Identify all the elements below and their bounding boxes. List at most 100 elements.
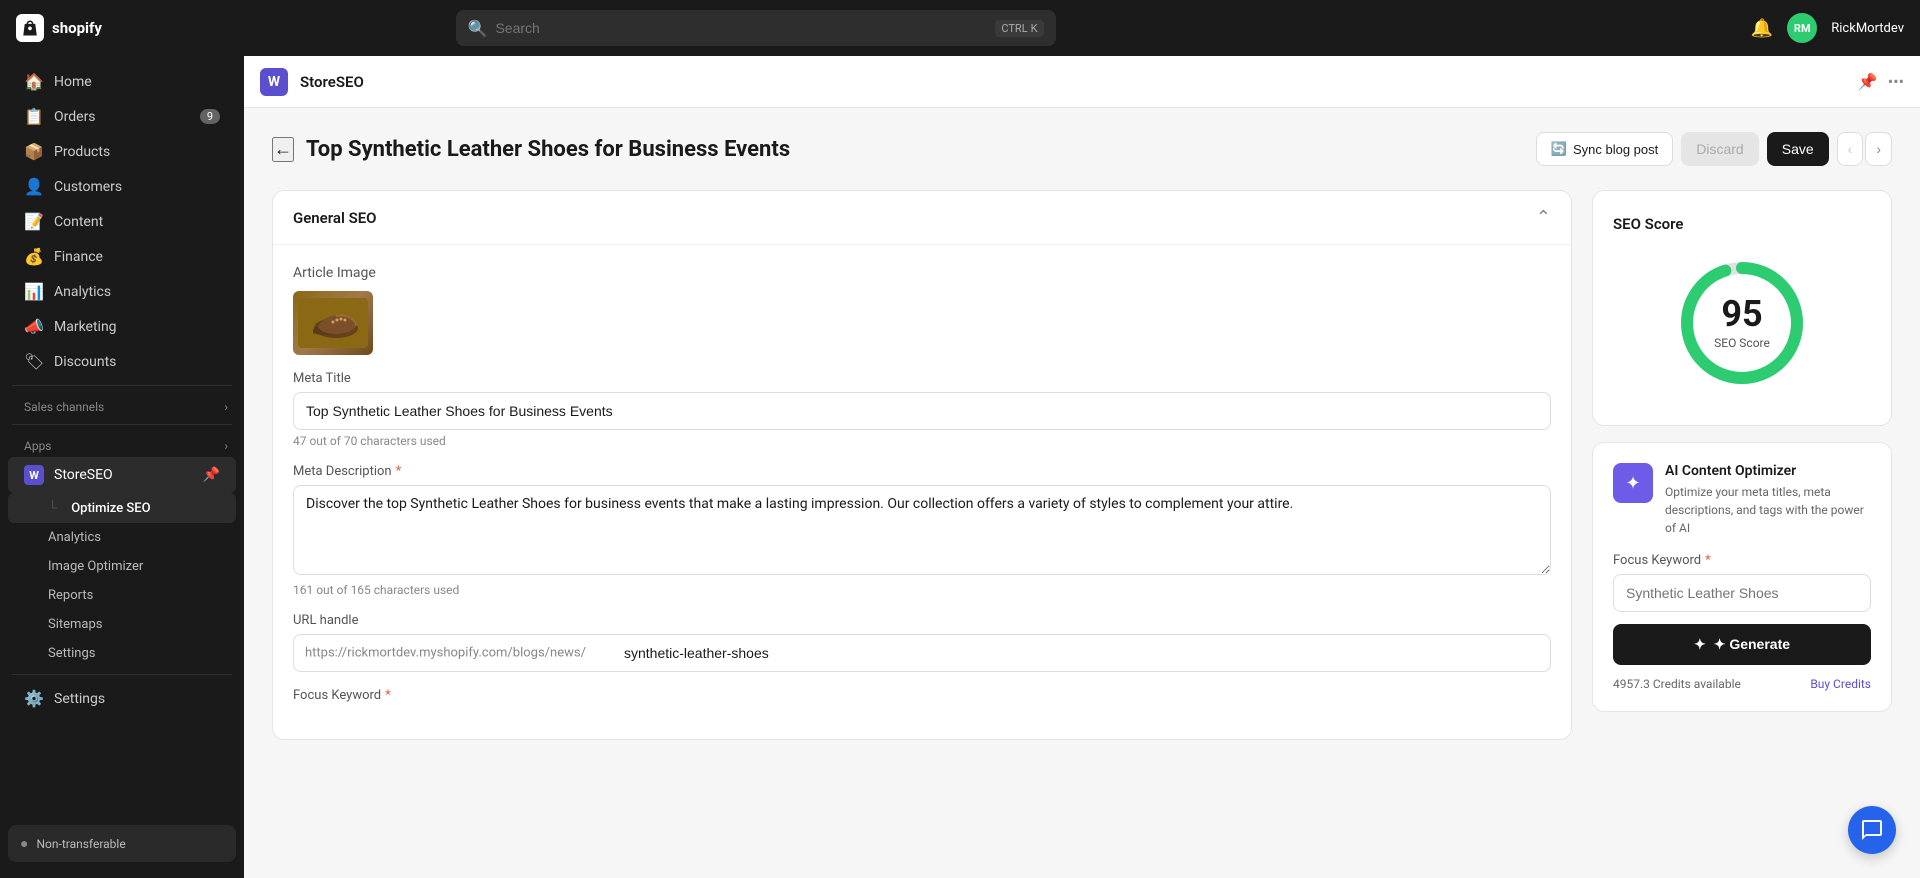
sync-blog-post-button[interactable]: 🔄 Sync blog post: [1536, 132, 1673, 166]
credits-row: 4957.3 Credits available Buy Credits: [1613, 677, 1871, 691]
discard-button[interactable]: Discard: [1681, 132, 1758, 166]
meta-title-input[interactable]: [293, 392, 1551, 430]
customers-icon: 👤: [24, 177, 44, 196]
general-seo-card-body: Article Image: [273, 245, 1571, 739]
app-name: StoreSEO: [300, 73, 364, 91]
credits-text: 4957.3 Credits available: [1613, 677, 1741, 691]
settings-icon: ⚙️: [24, 689, 44, 708]
ai-description: Optimize your meta titles, meta descript…: [1665, 483, 1871, 537]
divider-2: [12, 424, 232, 425]
main-column: General SEO ⌃ Article Image: [272, 190, 1572, 756]
save-button[interactable]: Save: [1767, 132, 1829, 166]
page-title: Top Synthetic Leather Shoes for Business…: [306, 137, 790, 162]
score-number: 95: [1714, 296, 1770, 332]
article-image-label: Article Image: [293, 265, 1551, 281]
sidebar-item-analytics[interactable]: 📊 Analytics: [8, 274, 236, 309]
sidebar-subitem-analytics[interactable]: Analytics: [8, 523, 236, 552]
non-transferable-badge[interactable]: ● Non-transferable: [8, 825, 236, 862]
storeseo-icon: W: [24, 465, 44, 485]
sidebar-item-customers[interactable]: 👤 Customers: [8, 169, 236, 204]
article-image[interactable]: [293, 291, 373, 355]
divider-3: [12, 674, 232, 675]
sidebar-subitem-reports[interactable]: Reports: [8, 581, 236, 610]
chat-icon: [1860, 818, 1884, 842]
sales-channels-chevron: ›: [224, 400, 228, 414]
discounts-icon: 🏷: [24, 352, 44, 371]
app-pin-icon[interactable]: 📌: [1858, 72, 1878, 91]
prev-arrow-button[interactable]: ‹: [1837, 132, 1864, 166]
apps-chevron: ›: [224, 439, 228, 453]
sidebar-item-content[interactable]: 📝 Content: [8, 204, 236, 239]
search-icon: 🔍: [468, 19, 488, 38]
next-arrow-button[interactable]: ›: [1865, 132, 1892, 166]
score-center: 95 SEO Score: [1714, 296, 1770, 350]
general-seo-card: General SEO ⌃ Article Image: [272, 190, 1572, 740]
home-icon: 🏠: [24, 72, 44, 91]
notifications-icon[interactable]: 🔔: [1751, 18, 1773, 39]
ai-text-area: AI Content Optimizer Optimize your meta …: [1665, 463, 1871, 537]
card-collapse-toggle[interactable]: ⌃: [1536, 207, 1551, 228]
focus-keyword-ai-input[interactable]: [1613, 574, 1871, 612]
content-icon: 📝: [24, 212, 44, 231]
chat-widget[interactable]: [1848, 806, 1896, 854]
finance-icon: 💰: [24, 247, 44, 266]
app-logo: W: [260, 68, 288, 96]
seo-score-card: SEO Score: [1592, 190, 1892, 426]
score-circle-wrap: 95 SEO Score: [1613, 253, 1871, 393]
sidebar-item-home[interactable]: 🏠 Home: [8, 64, 236, 99]
shoe-image-svg: [298, 298, 368, 348]
shopify-logo[interactable]: shopify: [16, 14, 102, 42]
app-header: W StoreSEO 📌 •••: [244, 56, 1920, 108]
sidebar-item-storeseo[interactable]: W StoreSEO 📌: [8, 457, 236, 493]
search-bar[interactable]: 🔍 CTRL K: [456, 10, 1056, 46]
focus-kw-required: *: [385, 688, 391, 703]
topnav-right: 🔔 RM RickMortdev: [1751, 13, 1904, 43]
page-actions: 🔄 Sync blog post Discard Save ‹ ›: [1536, 132, 1892, 166]
sidebar-subitem-optimize-seo[interactable]: └ Optimize SEO: [8, 493, 236, 523]
url-prefix: https://rickmortdev.myshopify.com/blogs/…: [305, 646, 586, 661]
page-content: ← Top Synthetic Leather Shoes for Busine…: [244, 108, 1920, 878]
url-handle-field: URL handle https://rickmortdev.myshopify…: [293, 613, 1551, 672]
app-content: W StoreSEO 📌 ••• ← Top Synthetic Leather…: [244, 56, 1920, 878]
url-input-wrap: https://rickmortdev.myshopify.com/blogs/…: [293, 634, 1551, 672]
orders-badge: 9: [200, 109, 220, 124]
sidebar-item-settings[interactable]: ⚙️ Settings: [8, 681, 236, 716]
divider-1: [12, 385, 232, 386]
meta-description-label: Meta Description *: [293, 464, 1551, 479]
buy-credits-link[interactable]: Buy Credits: [1810, 677, 1871, 691]
focus-keyword-label: Focus Keyword *: [293, 688, 1551, 703]
sidebar-subitem-sitemaps[interactable]: Sitemaps: [8, 610, 236, 639]
main-layout: 🏠 Home 📋 Orders 9 📦 Products 👤 Customers…: [0, 56, 1920, 878]
sidebar-subitem-settings[interactable]: Settings: [8, 639, 236, 668]
app-more-icon[interactable]: •••: [1888, 72, 1904, 91]
two-column-layout: General SEO ⌃ Article Image: [272, 190, 1892, 756]
generate-button[interactable]: ✦ ✦ Generate: [1613, 624, 1871, 665]
sidebar-item-discounts[interactable]: 🏷 Discounts: [8, 344, 236, 379]
sidebar-item-finance[interactable]: 💰 Finance: [8, 239, 236, 274]
top-navigation: shopify 🔍 CTRL K 🔔 RM RickMortdev: [0, 0, 1920, 56]
ai-title: AI Content Optimizer: [1665, 463, 1871, 479]
score-label: SEO Score: [1714, 336, 1770, 350]
meta-title-field: Meta Title 47 out of 70 characters used: [293, 371, 1551, 448]
pin-sidebar-icon[interactable]: 📌: [203, 467, 220, 483]
shopify-wordmark: shopify: [52, 19, 102, 37]
sidebar-subitem-image-optimizer[interactable]: Image Optimizer: [8, 552, 236, 581]
meta-description-textarea[interactable]: Discover the top Synthetic Leather Shoes…: [293, 485, 1551, 575]
sidebar-item-products[interactable]: 📦 Products: [8, 134, 236, 169]
side-column: SEO Score: [1592, 190, 1892, 728]
sales-channels-section[interactable]: Sales channels ›: [0, 392, 244, 418]
general-seo-card-header: General SEO ⌃: [273, 191, 1571, 245]
score-circle: 95 SEO Score: [1672, 253, 1812, 393]
avatar[interactable]: RM: [1787, 13, 1817, 43]
ai-sparkle-icon: ✦: [1613, 463, 1653, 503]
back-button[interactable]: ←: [272, 137, 294, 162]
username: RickMortdev: [1831, 21, 1904, 36]
sidebar-item-orders[interactable]: 📋 Orders 9: [8, 99, 236, 134]
generate-sparkle-icon: ✦: [1694, 636, 1706, 653]
sidebar: 🏠 Home 📋 Orders 9 📦 Products 👤 Customers…: [0, 56, 244, 878]
meta-description-char-count: 161 out of 165 characters used: [293, 583, 1551, 597]
focus-keyword-ai-label: Focus Keyword *: [1613, 553, 1871, 568]
apps-section[interactable]: Apps ›: [0, 431, 244, 457]
sidebar-item-marketing[interactable]: 📣 Marketing: [8, 309, 236, 344]
search-input[interactable]: [495, 20, 987, 36]
